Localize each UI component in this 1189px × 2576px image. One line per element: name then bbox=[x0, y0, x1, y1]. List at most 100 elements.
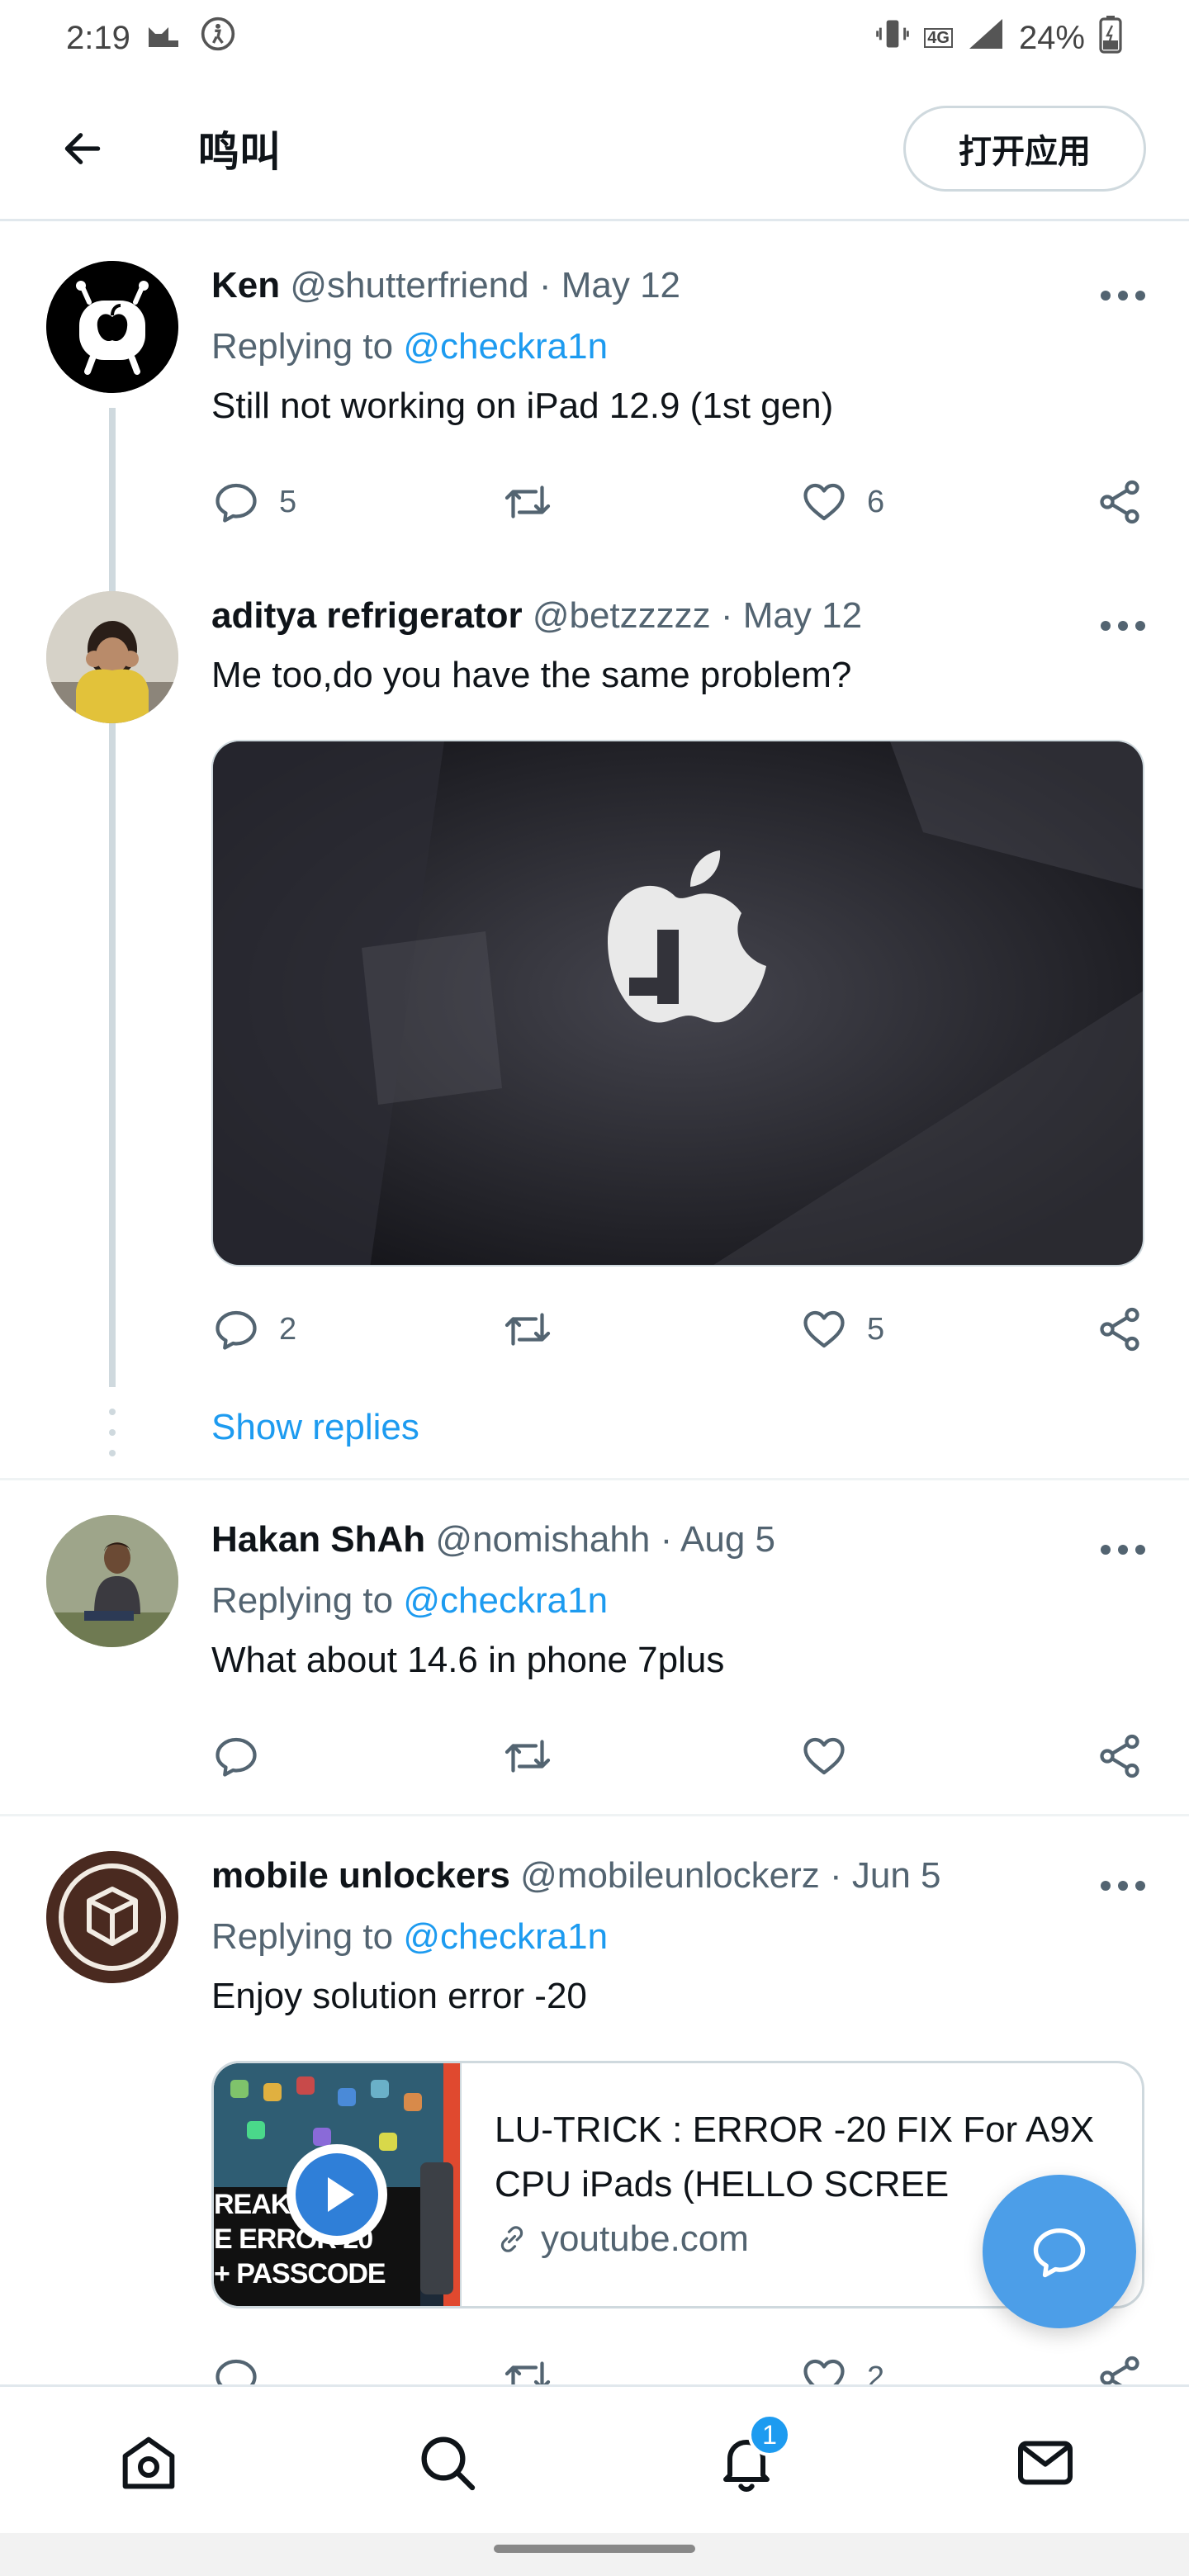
accessibility-icon bbox=[200, 16, 236, 60]
replying-to: Replying to @checkra1n bbox=[211, 1916, 609, 1957]
nav-messages[interactable] bbox=[1006, 2423, 1085, 2503]
tweet-media-image[interactable] bbox=[211, 740, 1144, 1267]
show-replies-link[interactable]: Show replies bbox=[211, 1407, 419, 1448]
tweet-date[interactable]: May 12 bbox=[743, 595, 862, 636]
more-horizontal-icon bbox=[1101, 621, 1145, 631]
notification-badge: 1 bbox=[748, 2413, 791, 2456]
link-icon bbox=[500, 2226, 523, 2252]
share-button[interactable] bbox=[1095, 2345, 1144, 2384]
tweet-aditya[interactable]: aditya refrigerator @betzzzzz · May 12 M… bbox=[0, 561, 1189, 1478]
avatar[interactable] bbox=[46, 1515, 178, 1647]
reply-button[interactable]: 2 bbox=[211, 1296, 296, 1362]
heart-icon bbox=[803, 1737, 845, 1775]
user-handle[interactable]: @betzzzzz bbox=[533, 595, 711, 636]
separator-dot: · bbox=[538, 265, 552, 305]
cat-icon bbox=[145, 17, 185, 59]
mention-link[interactable]: @checkra1n bbox=[403, 1916, 608, 1957]
thread-line bbox=[109, 735, 116, 1387]
reply-count: 2 bbox=[279, 1311, 297, 1347]
mention-link[interactable]: @checkra1n bbox=[403, 326, 608, 367]
share-button[interactable] bbox=[1095, 1723, 1144, 1789]
back-button[interactable] bbox=[51, 117, 114, 180]
tweet-date[interactable]: Jun 5 bbox=[852, 1855, 941, 1896]
display-name[interactable]: Ken bbox=[211, 265, 280, 305]
avatar[interactable] bbox=[46, 591, 178, 723]
reply-icon bbox=[216, 483, 257, 523]
like-count: 5 bbox=[867, 1311, 885, 1347]
reply-icon bbox=[216, 1310, 257, 1350]
replying-to: Replying to @checkra1n bbox=[211, 326, 609, 367]
like-button[interactable] bbox=[799, 1723, 849, 1789]
display-name[interactable]: Hakan ShAh bbox=[211, 1519, 425, 1560]
status-bar: 2:19 4G 24% bbox=[0, 0, 1189, 76]
compose-reply-button[interactable] bbox=[983, 2175, 1136, 2328]
reply-count: 5 bbox=[279, 484, 297, 519]
retweet-icon bbox=[504, 1740, 551, 1773]
reply-button[interactable]: 5 bbox=[211, 469, 296, 535]
retweet-button[interactable] bbox=[500, 469, 555, 535]
search-icon bbox=[421, 2436, 476, 2491]
user-handle[interactable]: @mobileunlockerz bbox=[520, 1855, 820, 1896]
top-app-bar: 鸣叫 打开应用 bbox=[0, 76, 1189, 221]
avatar[interactable] bbox=[46, 261, 178, 393]
mail-icon bbox=[1018, 2441, 1073, 2485]
nav-search[interactable] bbox=[408, 2423, 487, 2503]
retweet-icon bbox=[504, 485, 551, 519]
chat-bubble-icon bbox=[1033, 2228, 1086, 2278]
tweet-text: What about 14.6 in phone 7plus bbox=[211, 1640, 725, 1680]
share-button[interactable] bbox=[1095, 469, 1144, 535]
bottom-navigation: 1 bbox=[0, 2384, 1189, 2533]
tweet-ken[interactable]: Ken @shutterfriend · May 12 Replying to … bbox=[0, 221, 1189, 755]
like-button[interactable]: 2 bbox=[799, 2345, 884, 2384]
reply-button[interactable] bbox=[211, 2345, 261, 2384]
display-name[interactable]: mobile unlockers bbox=[211, 1855, 510, 1896]
more-options-button[interactable] bbox=[1090, 272, 1156, 319]
user-handle[interactable]: @shutterfriend bbox=[290, 265, 528, 305]
more-options-button[interactable] bbox=[1090, 1863, 1156, 1909]
like-button[interactable]: 6 bbox=[799, 469, 884, 535]
page-title: 鸣叫 bbox=[198, 129, 281, 175]
reply-icon bbox=[216, 2359, 257, 2384]
separator-dot: · bbox=[720, 595, 733, 636]
retweet-icon bbox=[504, 1313, 551, 1346]
more-horizontal-icon bbox=[1101, 1881, 1145, 1891]
retweet-icon bbox=[504, 2361, 551, 2384]
heart-icon bbox=[803, 2359, 845, 2384]
system-gesture-bar bbox=[0, 2533, 1189, 2576]
retweet-button[interactable] bbox=[500, 1296, 555, 1362]
more-horizontal-icon bbox=[1101, 291, 1145, 301]
user-handle[interactable]: @nomishahh bbox=[435, 1519, 650, 1560]
tweet-text: Still not working on iPad 12.9 (1st gen) bbox=[211, 386, 834, 426]
more-options-button[interactable] bbox=[1090, 1527, 1156, 1573]
reply-icon bbox=[216, 1737, 257, 1777]
open-app-button[interactable]: 打开应用 bbox=[903, 106, 1146, 192]
more-options-button[interactable] bbox=[1090, 603, 1156, 649]
heart-icon bbox=[803, 483, 845, 521]
nav-home[interactable] bbox=[109, 2423, 188, 2503]
tweet-date[interactable]: Aug 5 bbox=[680, 1519, 775, 1560]
tweet-date[interactable]: May 12 bbox=[561, 265, 680, 305]
retweet-button[interactable] bbox=[500, 1723, 555, 1789]
share-icon bbox=[1100, 480, 1139, 524]
retweet-button[interactable] bbox=[500, 2345, 555, 2384]
tweet-hakan[interactable]: Hakan ShAh @nomishahh · Aug 5 Replying t… bbox=[0, 1480, 1189, 1814]
home-icon bbox=[122, 2436, 175, 2489]
share-icon bbox=[1100, 1734, 1139, 1778]
mention-link[interactable]: @checkra1n bbox=[403, 1580, 608, 1621]
avatar[interactable] bbox=[46, 1851, 178, 1983]
nav-notifications[interactable]: 1 bbox=[707, 2413, 791, 2503]
network-label: 4G bbox=[924, 28, 953, 48]
battery-percent: 24% bbox=[1018, 19, 1085, 56]
display-name[interactable]: aditya refrigerator bbox=[211, 595, 523, 636]
home-gesture-handle[interactable] bbox=[494, 2545, 695, 2553]
reply-button[interactable] bbox=[211, 1723, 261, 1789]
video-thumbnail[interactable]: REAK E ERROR 20 + PASSCODE bbox=[214, 2063, 462, 2306]
status-time: 2:19 bbox=[66, 19, 130, 56]
play-button[interactable] bbox=[287, 2144, 387, 2245]
arrow-left-icon bbox=[64, 133, 101, 164]
share-button[interactable] bbox=[1095, 1296, 1144, 1362]
like-button[interactable]: 5 bbox=[799, 1296, 884, 1362]
battery-icon bbox=[1098, 14, 1123, 62]
card-domain: youtube.com bbox=[541, 2218, 749, 2259]
like-count: 6 bbox=[867, 484, 885, 519]
